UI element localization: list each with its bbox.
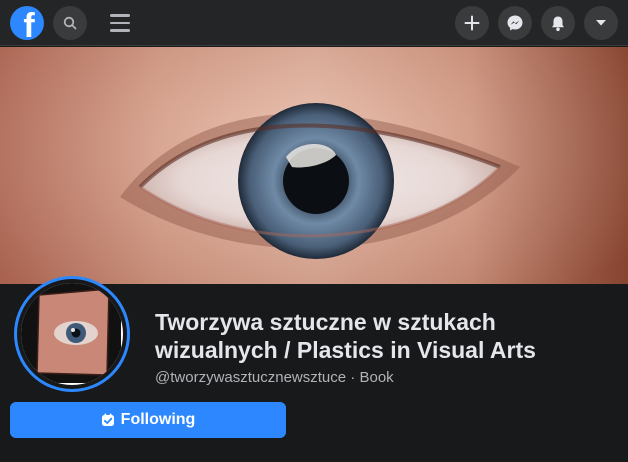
notifications-icon (552, 16, 564, 31)
eye-illustration (120, 103, 520, 259)
page-category[interactable]: Book (359, 369, 393, 386)
search-icon (63, 16, 77, 30)
top-navigation-bar: f (0, 0, 628, 46)
following-check-icon (101, 413, 114, 426)
page-handle[interactable]: @tworzywasztucznewsztuce (155, 369, 346, 386)
avatar (21, 283, 123, 385)
chevron-down-icon (596, 20, 606, 26)
menu-icon (110, 14, 130, 17)
following-button-label: Following (120, 411, 196, 428)
facebook-logo[interactable]: f (10, 6, 44, 40)
messenger-icon (507, 15, 523, 31)
notifications-button[interactable] (541, 6, 575, 40)
account-menu-button[interactable] (584, 6, 618, 40)
create-button[interactable] (455, 6, 489, 40)
menu-button[interactable] (110, 10, 136, 36)
plus-icon (464, 15, 480, 31)
messenger-button[interactable] (498, 6, 532, 40)
meta-separator: · (346, 369, 360, 386)
search-button[interactable] (53, 6, 87, 40)
cover-photo[interactable] (0, 47, 628, 284)
page-meta: @tworzywasztucznewsztuce · Book (155, 369, 394, 386)
following-button[interactable]: Following (10, 402, 286, 438)
profile-picture[interactable] (14, 276, 130, 392)
facebook-logo-letter: f (23, 7, 35, 40)
avatar-eye-illustration (21, 283, 121, 383)
page-title: Tworzywa sztuczne w sztukach wizualnych … (155, 309, 536, 363)
